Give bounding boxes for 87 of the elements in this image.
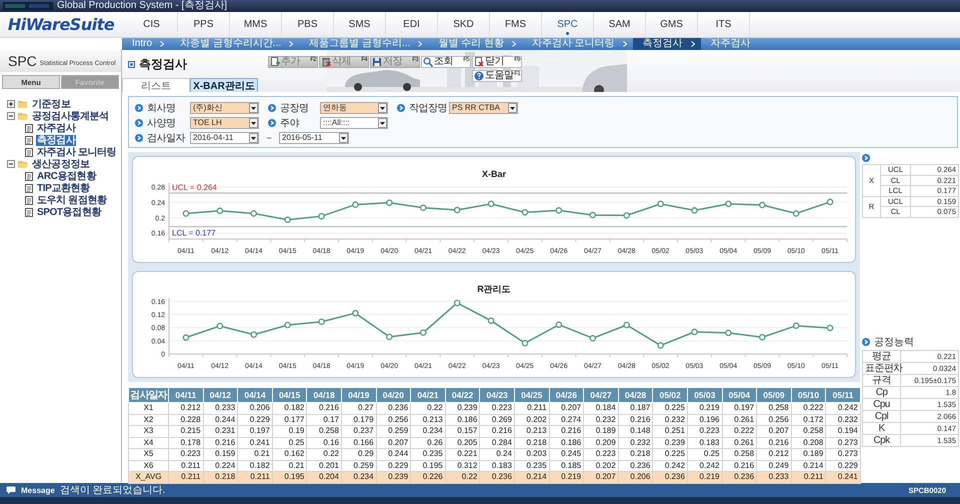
tree-item[interactable]: SPOT용접현황 — [36, 206, 102, 218]
column-header: 04/18 — [306, 388, 342, 402]
dropdown[interactable]: ::::All:::: — [320, 116, 388, 128]
chart-title: X-Bar — [482, 169, 506, 179]
tree-item[interactable]: 도우치 원점현황 — [36, 194, 108, 206]
view-tab[interactable]: 리스트 — [122, 78, 190, 92]
column-header: 검사일자 — [128, 388, 168, 402]
module-tab[interactable]: SKD — [438, 12, 490, 37]
chart-title: R관리도 — [477, 284, 511, 294]
module-tab[interactable]: PBS — [282, 12, 334, 37]
column-header: 04/27 — [584, 388, 618, 402]
column-header: 04/12 — [203, 388, 238, 402]
logo: HiWareSuite — [8, 15, 114, 34]
section-title: 공정능력 — [874, 336, 914, 348]
table-cell: X3 — [128, 426, 168, 437]
column-header: 04/19 — [341, 388, 376, 402]
field-label: 공장명 — [280, 102, 310, 114]
table-cell: X2 — [128, 414, 168, 426]
module-tab[interactable]: PPS — [178, 12, 230, 37]
column-header: 05/03 — [687, 388, 722, 402]
module-tab[interactable]: ITS — [698, 12, 750, 37]
column-header: 05/11 — [826, 388, 860, 402]
column-header: 04/14 — [238, 388, 272, 402]
column-header: 05/10 — [791, 388, 826, 402]
column-header: 04/25 — [514, 388, 550, 402]
table-cell: Cp — [862, 386, 900, 398]
tree-item[interactable]: 자주검사 — [36, 122, 76, 134]
limit-label: UCL = 0.264 — [172, 183, 217, 192]
tree-item[interactable]: 공정검사통계분석 — [31, 110, 110, 122]
window-title: Global Production System - [측정검사] — [57, 0, 228, 12]
status-label: Message — [21, 486, 55, 494]
sidebar-title: SPC — [8, 54, 37, 68]
column-header: 04/21 — [410, 388, 446, 402]
column-header: 04/26 — [549, 388, 584, 402]
module-tab[interactable]: SAM — [594, 12, 646, 37]
nav-tab[interactable]: 측정검사 — [632, 38, 701, 50]
table-cell: X6 — [128, 460, 168, 472]
column-header: 05/04 — [722, 388, 757, 402]
table-cell: X_AVG — [128, 472, 168, 483]
table-cell: X4 — [128, 437, 168, 448]
module-tab[interactable]: GMS — [646, 12, 698, 37]
module-tab[interactable]: FMS — [490, 12, 542, 37]
table-cell: 평균 — [862, 350, 900, 362]
tree-item[interactable]: TIP교환현황 — [36, 182, 91, 194]
field-label: 작업장명 — [409, 102, 448, 114]
status-message: 검색이 완료되었습니다. — [60, 484, 166, 497]
module-tab[interactable]: CIS — [126, 12, 178, 37]
table-cell: 표준편차 — [862, 362, 900, 374]
tree-item[interactable]: 자주검사 모니터링 — [36, 146, 118, 158]
module-tab[interactable]: SMS — [334, 12, 386, 37]
column-header: 05/02 — [652, 388, 688, 402]
table-cell: Cpu — [862, 398, 900, 410]
tree-item[interactable]: ARC용접현황 — [36, 170, 97, 182]
table-cell: X5 — [128, 448, 168, 460]
tree-item[interactable]: 기준정보 — [31, 98, 72, 110]
page-title: 측정검사 — [139, 56, 187, 72]
dropdown[interactable]: (주)화신 — [190, 102, 259, 114]
field-label: 사양명 — [147, 116, 176, 130]
dropdown[interactable]: PS RR CTBA — [449, 102, 518, 114]
column-header: 04/15 — [272, 388, 307, 402]
table-cell: Cpl — [862, 410, 900, 422]
table-cell: 규격 — [862, 374, 900, 386]
table-cell: K — [862, 422, 900, 434]
module-tab[interactable]: MMS — [230, 12, 282, 37]
module-tab[interactable]: SPC — [542, 12, 594, 37]
table-cell: Cpk — [862, 434, 900, 446]
column-header: 04/11 — [168, 388, 204, 402]
column-header: 04/22 — [445, 388, 480, 402]
column-header: 04/23 — [480, 388, 514, 402]
column-header: 04/20 — [376, 388, 411, 402]
dropdown[interactable]: TOE LH — [190, 116, 259, 128]
tree-item[interactable]: 생산공정정보 — [31, 158, 91, 170]
view-tab[interactable]: X-BAR관리도 — [190, 78, 258, 92]
dropdown[interactable]: 2016-05-11 — [279, 132, 349, 144]
field-label: 주야 — [280, 116, 300, 130]
range-separator: ~ — [265, 132, 273, 142]
dropdown[interactable]: 연하동 — [320, 102, 388, 114]
limit-label: LCL = 0.177 — [172, 228, 216, 238]
nav-tab[interactable]: 제품그룹별 금형수리... — [299, 38, 428, 50]
field-label: 검사일자 — [147, 132, 186, 144]
dropdown[interactable]: 2016-04-11 — [190, 132, 259, 144]
field-label: 회사명 — [147, 102, 176, 114]
column-header: 04/28 — [618, 388, 653, 402]
table-cell: X1 — [128, 402, 168, 414]
tree-item[interactable]: 측정검사 — [36, 134, 76, 146]
column-header: 05/09 — [756, 388, 792, 402]
module-tab[interactable]: EDI — [386, 12, 438, 37]
